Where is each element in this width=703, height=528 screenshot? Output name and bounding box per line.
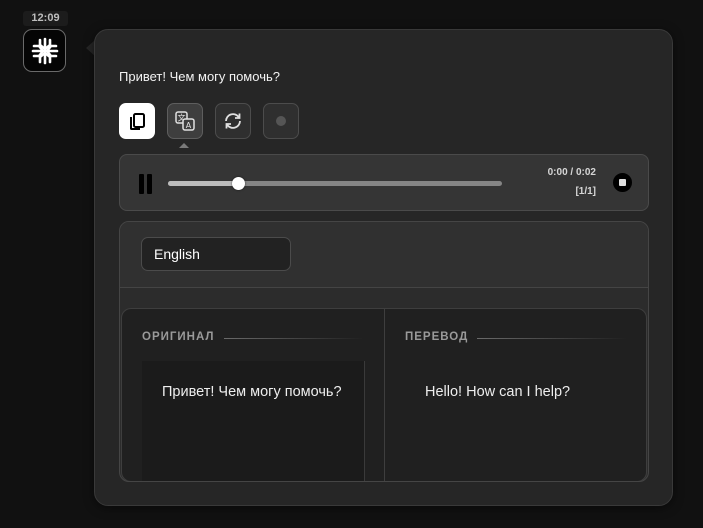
translated-text: Hello! How can I help? <box>425 384 571 400</box>
refresh-icon <box>225 113 241 129</box>
record-button[interactable] <box>263 103 299 139</box>
audio-progress-fill <box>168 181 239 186</box>
audio-time: 0:00 / 0:02 <box>547 167 596 178</box>
audio-player: 0:00 / 0:02 [1/1] <box>119 154 649 211</box>
audio-progress-thumb[interactable] <box>232 177 246 190</box>
translated-label: ПЕРЕВОД <box>405 331 469 343</box>
copy-icon <box>130 113 145 130</box>
regenerate-button[interactable] <box>215 103 251 139</box>
divider <box>224 338 364 339</box>
original-column: ОРИГИНАЛ Привет! Чем могу помочь? <box>122 309 385 481</box>
target-language-select[interactable]: English <box>141 237 291 271</box>
assistant-message-bubble: Привет! Чем могу помочь? 文 A 0:00 / 0:02… <box>94 29 673 506</box>
original-text: Привет! Чем могу помочь? <box>162 384 342 400</box>
divider <box>477 338 627 339</box>
record-icon <box>276 116 286 126</box>
pause-button[interactable] <box>138 174 154 194</box>
active-tab-caret <box>179 143 189 148</box>
pause-icon <box>139 174 144 194</box>
translated-column: ПЕРЕВОД Hello! How can I help? <box>385 309 646 481</box>
copy-button[interactable] <box>119 103 155 139</box>
message-text: Привет! Чем могу помочь? <box>119 69 280 84</box>
svg-text:A: A <box>186 121 192 130</box>
snowflake-logo-icon <box>31 37 58 64</box>
translate-button[interactable]: 文 A <box>167 103 203 139</box>
message-timestamp: 12:09 <box>23 11 68 26</box>
assistant-avatar <box>23 29 66 72</box>
translate-icon: 文 A <box>175 111 195 131</box>
stop-icon <box>619 179 626 186</box>
stop-button[interactable] <box>613 173 632 192</box>
translation-panel: English ОРИГИНАЛ Привет! Чем могу помочь… <box>119 221 649 482</box>
audio-progress-slider[interactable] <box>168 177 502 190</box>
original-label: ОРИГИНАЛ <box>142 331 215 343</box>
translation-columns: ОРИГИНАЛ Привет! Чем могу помочь? ПЕРЕВО… <box>121 308 647 481</box>
original-body <box>142 361 365 481</box>
translation-panel-header: English <box>120 222 648 288</box>
audio-segment-counter: [1/1] <box>575 186 596 197</box>
